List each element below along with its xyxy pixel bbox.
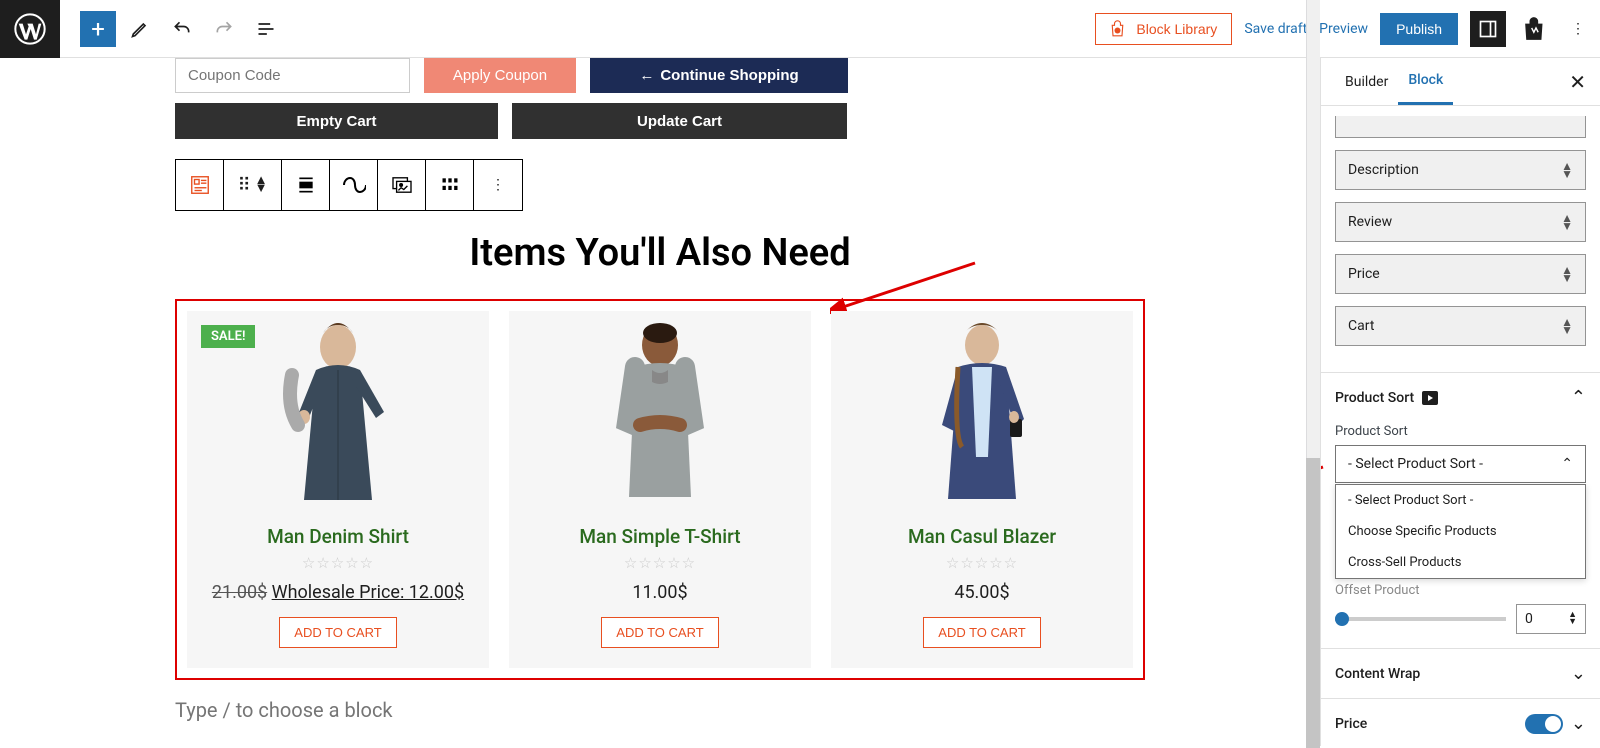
- section-product-sort[interactable]: Product Sort ⌃: [1335, 387, 1586, 408]
- save-draft-link[interactable]: Save draft: [1244, 21, 1307, 37]
- chevron-up-icon: ⌃: [1561, 456, 1573, 472]
- bag-icon: [1110, 20, 1128, 38]
- add-to-cart-button[interactable]: ADD TO CART: [923, 617, 1040, 648]
- dropdown-option[interactable]: - Select Product Sort -: [1336, 485, 1585, 516]
- product-name: Man Simple T-Shirt: [509, 525, 811, 548]
- annotation-arrow-2: [1320, 461, 1331, 509]
- block-prompt[interactable]: Type / to choose a block: [175, 698, 1145, 722]
- offset-label: Offset Product: [1335, 583, 1586, 598]
- product-card[interactable]: Man Casul Blazer ☆☆☆☆☆ 45.00$ ADD TO CAR…: [831, 311, 1133, 668]
- dropdown-option[interactable]: Choose Specific Products: [1336, 516, 1585, 547]
- update-cart-button[interactable]: Update Cart: [512, 103, 847, 139]
- tab-builder[interactable]: Builder: [1335, 60, 1398, 104]
- chevron-down-icon: ⌄: [1571, 663, 1586, 684]
- product-grid-wrapper: SALE! Man Denim Shirt ☆☆☆☆☆ 21.00$ Whole…: [175, 299, 1145, 680]
- chevron-down-icon: ⌄: [1571, 713, 1586, 734]
- block-drag-handle[interactable]: ⠿▲▼: [224, 160, 282, 210]
- section-content-wrap[interactable]: Content Wrap ⌄: [1335, 663, 1586, 684]
- product-card[interactable]: Man Simple T-Shirt ☆☆☆☆☆ 11.00$ ADD TO C…: [509, 311, 811, 668]
- block-loop-icon[interactable]: [330, 160, 378, 210]
- preview-link[interactable]: Preview: [1319, 21, 1368, 37]
- redo-icon[interactable]: [206, 11, 242, 47]
- continue-shopping-button[interactable]: ←Continue Shopping: [590, 58, 848, 93]
- product-sort-dropdown[interactable]: - Select Product Sort - ⌃ - Select Produ…: [1335, 445, 1586, 483]
- apply-coupon-button[interactable]: Apply Coupon: [424, 58, 576, 93]
- product-name: Man Denim Shirt: [187, 525, 489, 548]
- product-sort-menu: - Select Product Sort - Choose Specific …: [1335, 484, 1586, 579]
- section-price[interactable]: Price ⌄: [1335, 713, 1586, 734]
- add-block-button[interactable]: +: [80, 11, 116, 47]
- product-sort-label: Product Sort: [1335, 424, 1586, 439]
- select-review[interactable]: Review▲▼: [1335, 202, 1586, 242]
- select-price[interactable]: Price▲▼: [1335, 254, 1586, 294]
- select-description[interactable]: Description▲▼: [1335, 150, 1586, 190]
- star-rating: ☆☆☆☆☆: [509, 554, 811, 572]
- add-to-cart-button[interactable]: ADD TO CART: [601, 617, 718, 648]
- empty-cart-button[interactable]: Empty Cart: [175, 103, 498, 139]
- coupon-code-input[interactable]: [175, 58, 410, 93]
- editor-canvas: Apply Coupon ←Continue Shopping Empty Ca…: [0, 58, 1320, 746]
- block-align-icon[interactable]: [282, 160, 330, 210]
- undo-icon[interactable]: [164, 11, 200, 47]
- block-library-button[interactable]: Block Library: [1095, 13, 1232, 45]
- offset-slider[interactable]: [1335, 617, 1506, 621]
- product-price: 11.00$: [509, 582, 811, 603]
- price-toggle[interactable]: [1525, 714, 1563, 734]
- select-cart[interactable]: Cart▲▼: [1335, 306, 1586, 346]
- edit-icon[interactable]: [122, 11, 158, 47]
- wordpress-logo[interactable]: [0, 0, 60, 58]
- star-rating: ☆☆☆☆☆: [831, 554, 1133, 572]
- product-price: 21.00$ Wholesale Price: 12.00$: [187, 582, 489, 603]
- tab-block[interactable]: Block: [1398, 58, 1453, 105]
- block-more-icon[interactable]: ⋮: [474, 160, 522, 210]
- add-to-cart-button[interactable]: ADD TO CART: [279, 617, 396, 648]
- outline-icon[interactable]: [248, 11, 284, 47]
- chevron-up-icon: ⌃: [1571, 387, 1586, 408]
- more-options-icon[interactable]: ⋮: [1566, 11, 1590, 47]
- product-image: [831, 311, 1133, 505]
- woolentor-icon[interactable]: [1518, 11, 1554, 47]
- publish-button[interactable]: Publish: [1380, 13, 1458, 45]
- product-name: Man Casul Blazer: [831, 525, 1133, 548]
- settings-panel-toggle[interactable]: [1470, 11, 1506, 47]
- settings-sidebar: Builder Block ✕ Description▲▼ Review▲▼ P…: [1320, 58, 1600, 746]
- sale-badge: SALE!: [201, 325, 255, 348]
- select-description[interactable]: [1335, 116, 1586, 138]
- scrollbar-thumb[interactable]: [1306, 458, 1320, 748]
- product-card[interactable]: SALE! Man Denim Shirt ☆☆☆☆☆ 21.00$ Whole…: [187, 311, 489, 668]
- play-icon: [1422, 391, 1438, 405]
- product-price: 45.00$: [831, 582, 1133, 603]
- block-image-icon[interactable]: [378, 160, 426, 210]
- block-type-icon[interactable]: [176, 160, 224, 210]
- section-heading: Items You'll Also Need: [175, 231, 1145, 275]
- block-columns-icon[interactable]: [426, 160, 474, 210]
- close-icon[interactable]: ✕: [1569, 70, 1586, 94]
- dropdown-option[interactable]: Cross-Sell Products: [1336, 547, 1585, 578]
- star-rating: ☆☆☆☆☆: [187, 554, 489, 572]
- product-image: [509, 311, 811, 505]
- top-toolbar: + Block Library Save draft Preview Publi…: [0, 0, 1600, 58]
- offset-number-input[interactable]: 0▲▼: [1516, 604, 1586, 634]
- block-toolbar: ⠿▲▼ ⋮: [175, 159, 523, 211]
